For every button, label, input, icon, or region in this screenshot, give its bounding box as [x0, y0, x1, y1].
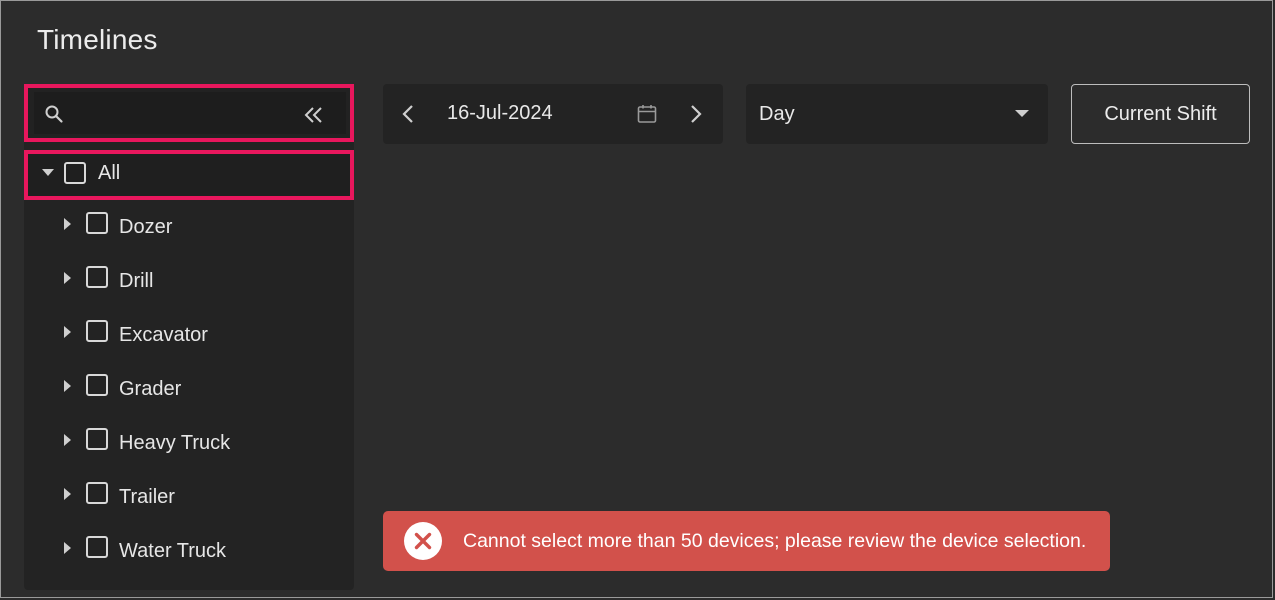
tree-item-grader[interactable]: Grader [119, 378, 181, 401]
error-circle-icon [404, 522, 442, 560]
caret-right-icon[interactable] [64, 434, 72, 446]
tree-item-drill[interactable]: Drill [119, 270, 153, 293]
tree-item-water-truck[interactable]: Water Truck [119, 540, 226, 563]
caret-right-icon[interactable] [64, 542, 72, 554]
checkbox-dozer[interactable] [86, 212, 108, 234]
caret-right-icon[interactable] [64, 218, 72, 230]
calendar-icon[interactable] [636, 103, 658, 125]
page-title: Timelines [37, 24, 158, 55]
tree-item-heavy-truck[interactable]: Heavy Truck [119, 432, 230, 455]
checkbox-all[interactable] [64, 162, 86, 184]
tree-item-dozer[interactable]: Dozer [119, 216, 172, 239]
view-select-value[interactable]: Day [759, 103, 795, 126]
current-shift-button[interactable]: Current Shift [1071, 84, 1250, 144]
tree-item-excavator[interactable]: Excavator [119, 324, 208, 347]
date-value[interactable]: 16-Jul-2024 [447, 102, 553, 125]
caret-right-icon[interactable] [64, 380, 72, 392]
search-icon [45, 105, 63, 123]
tree-item-trailer[interactable]: Trailer [119, 486, 175, 509]
checkbox-drill[interactable] [86, 266, 108, 288]
checkbox-excavator[interactable] [86, 320, 108, 342]
caret-right-icon[interactable] [64, 326, 72, 338]
chevron-left-icon[interactable] [400, 103, 416, 125]
checkbox-grader[interactable] [86, 374, 108, 396]
toast-message: Cannot select more than 50 devices; plea… [463, 530, 1087, 552]
caret-down-icon[interactable] [1015, 110, 1029, 118]
caret-down-icon[interactable] [42, 169, 54, 177]
chevron-right-icon[interactable] [688, 103, 704, 125]
checkbox-heavy-truck[interactable] [86, 428, 108, 450]
caret-right-icon[interactable] [64, 488, 72, 500]
caret-right-icon[interactable] [64, 272, 72, 284]
date-navigator [383, 84, 723, 144]
double-chevron-left-icon[interactable] [302, 104, 326, 126]
checkbox-water-truck[interactable] [86, 536, 108, 558]
search-input[interactable] [72, 96, 296, 132]
tree-item-label-all: All [98, 162, 121, 184]
checkbox-trailer[interactable] [86, 482, 108, 504]
